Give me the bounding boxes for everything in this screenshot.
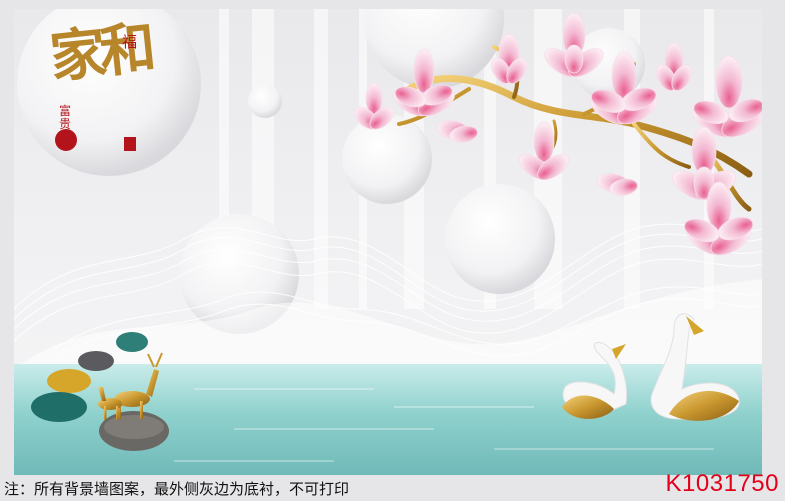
product-code: K1031750 <box>665 470 779 497</box>
printing-note: 注：所有背景墙图案，最外侧灰边为底衬，不可打印 <box>4 480 350 498</box>
wallpaper-artwork: 家和 福 富贵 <box>14 9 762 475</box>
red-seal-small <box>124 137 136 151</box>
seal-text: 富贵 <box>59 104 72 131</box>
calligraphy-small: 福 <box>122 33 138 51</box>
calligraphy-main: 家和 <box>46 14 154 92</box>
red-seal-round <box>55 129 77 151</box>
